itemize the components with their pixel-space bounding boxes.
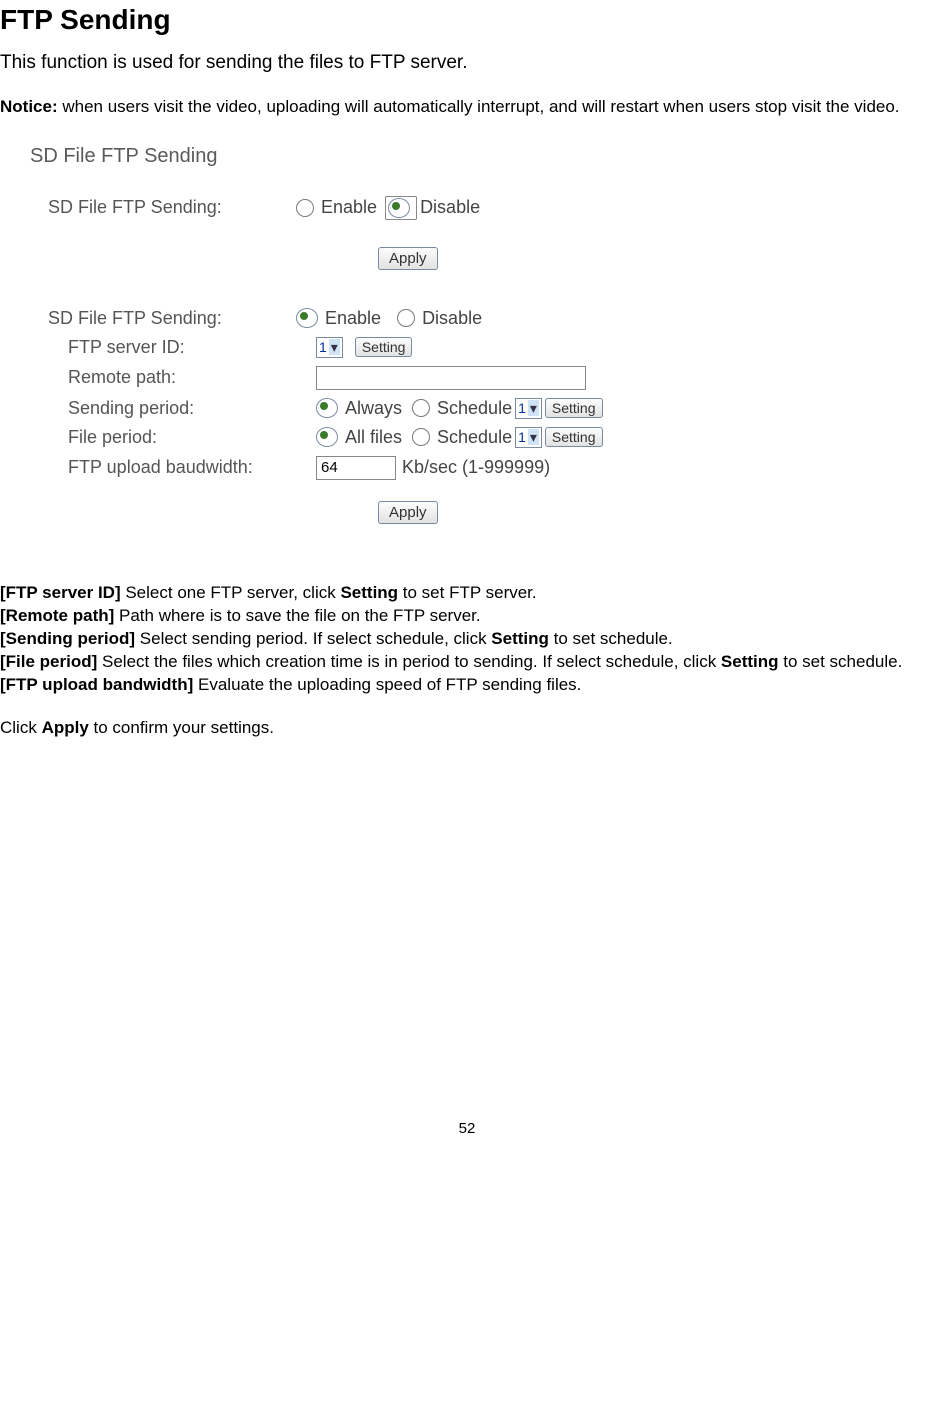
- apply-button[interactable]: Apply: [378, 247, 438, 270]
- radio-disable-2[interactable]: [397, 309, 415, 327]
- radio-disable-label: Disable: [420, 197, 480, 218]
- chevron-down-icon: ▾: [528, 400, 539, 416]
- select-sp-value: 1: [518, 400, 526, 416]
- panel-disabled-state: SD File FTP Sending SD File FTP Sending:…: [30, 145, 934, 268]
- panel-title: SD File FTP Sending: [30, 145, 934, 168]
- setting-button-sp[interactable]: Setting: [545, 398, 603, 418]
- def-sending-period-bold: Setting: [491, 629, 549, 648]
- def-ftp-server-id-text1: Select one FTP server, click: [121, 583, 341, 602]
- page-number: 52: [0, 1120, 934, 1137]
- def-apply-bold: Apply: [42, 718, 89, 737]
- label-sending-period: Sending period:: [30, 398, 316, 419]
- panel-enabled-state: SD File FTP Sending: Enable Disable FTP …: [30, 308, 934, 522]
- notice-body: when users visit the video, uploading wi…: [58, 97, 900, 116]
- radio-fp-schedule[interactable]: [412, 428, 430, 446]
- select-fp-value: 1: [518, 429, 526, 445]
- radio-disable-label-2: Disable: [422, 308, 482, 329]
- def-apply-text1: Click: [0, 718, 42, 737]
- def-ftp-server-id-bold: Setting: [340, 583, 398, 602]
- chevron-down-icon: ▾: [528, 429, 539, 445]
- bandwidth-unit: Kb/sec (1-999999): [402, 457, 550, 478]
- def-ftp-server-id-text2: to set FTP server.: [398, 583, 537, 602]
- def-sending-period-text1: Select sending period. If select schedul…: [135, 629, 491, 648]
- def-upload-bandwidth: [FTP upload bandwidth]: [0, 675, 193, 694]
- radio-sp-always-label: Always: [345, 398, 402, 419]
- label-sd-ftp-sending: SD File FTP Sending:: [30, 197, 296, 218]
- radio-sp-schedule-label: Schedule: [437, 398, 512, 419]
- label-sd-ftp-sending-2: SD File FTP Sending:: [30, 308, 296, 329]
- input-bandwidth[interactable]: [316, 456, 396, 480]
- setting-button-ftp-id[interactable]: Setting: [355, 337, 413, 357]
- notice-label: Notice:: [0, 97, 58, 116]
- chevron-down-icon: ▾: [329, 339, 340, 355]
- radio-sp-schedule[interactable]: [412, 399, 430, 417]
- def-apply-text2: to confirm your settings.: [89, 718, 274, 737]
- def-file-period-bold: Setting: [721, 652, 779, 671]
- select-sp-schedule[interactable]: 1▾: [515, 398, 542, 419]
- setting-button-fp[interactable]: Setting: [545, 427, 603, 447]
- apply-button-2[interactable]: Apply: [378, 501, 438, 524]
- label-ftp-server-id: FTP server ID:: [30, 337, 316, 358]
- def-upload-bandwidth-text: Evaluate the uploading speed of FTP send…: [193, 675, 581, 694]
- def-file-period-text2: to set schedule.: [779, 652, 903, 671]
- page-title: FTP Sending: [0, 4, 934, 36]
- radio-fp-all[interactable]: [316, 427, 338, 447]
- radio-sp-always[interactable]: [316, 398, 338, 418]
- select-ftp-id[interactable]: 1▾: [316, 337, 343, 358]
- intro-text: This function is used for sending the fi…: [0, 52, 934, 74]
- def-remote-path: [Remote path]: [0, 606, 114, 625]
- def-sending-period: [Sending period]: [0, 629, 135, 648]
- def-file-period: [File period]: [0, 652, 97, 671]
- input-remote-path[interactable]: [316, 366, 586, 390]
- def-sending-period-text2: to set schedule.: [549, 629, 673, 648]
- radio-enable-label-2: Enable: [325, 308, 381, 329]
- def-remote-path-text: Path where is to save the file on the FT…: [114, 606, 480, 625]
- radio-enable[interactable]: [296, 199, 314, 217]
- select-fp-schedule[interactable]: 1▾: [515, 427, 542, 448]
- label-remote-path: Remote path:: [30, 367, 316, 388]
- radio-enable-label: Enable: [321, 197, 377, 218]
- def-ftp-server-id: [FTP server ID]: [0, 583, 121, 602]
- radio-disable[interactable]: [388, 198, 410, 218]
- radio-fp-all-label: All files: [345, 427, 402, 448]
- label-file-period: File period:: [30, 427, 316, 448]
- notice-text: Notice: when users visit the video, uplo…: [0, 96, 934, 119]
- radio-fp-schedule-label: Schedule: [437, 427, 512, 448]
- radio-enable-2[interactable]: [296, 308, 318, 328]
- select-ftp-id-value: 1: [319, 339, 327, 355]
- definitions-block: [FTP server ID] Select one FTP server, c…: [0, 582, 934, 740]
- def-file-period-text1: Select the files which creation time is …: [97, 652, 721, 671]
- radio-disable-wrap: [385, 196, 417, 220]
- label-bandwidth: FTP upload baudwidth:: [30, 457, 316, 478]
